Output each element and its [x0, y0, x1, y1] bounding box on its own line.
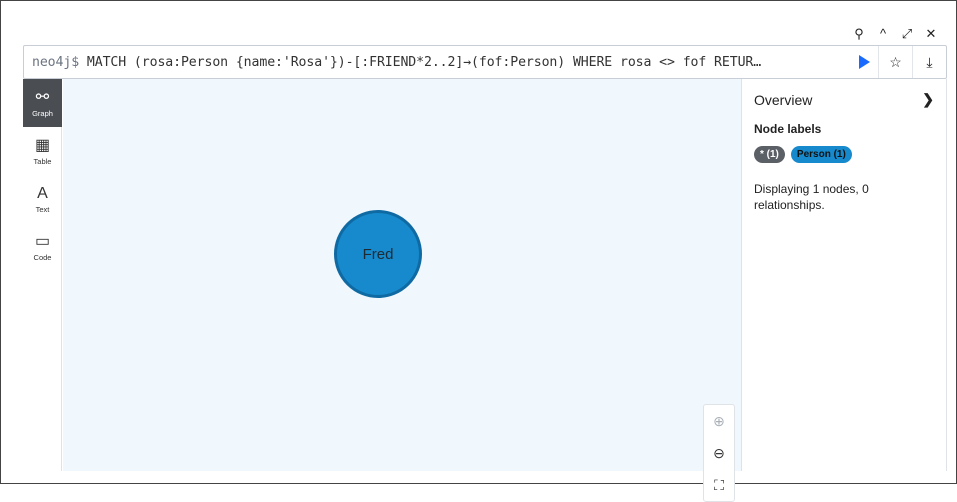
node-caption: Fred	[362, 245, 394, 263]
sidebar-item-label: Table	[33, 156, 52, 166]
panel-header: Overview ❯	[754, 91, 934, 108]
chevron-right-icon[interactable]: ❯	[922, 91, 934, 108]
label-chip-person[interactable]: Person (1)	[790, 146, 852, 163]
graph-canvas[interactable]: Fred ⊕ ⊖ ⛶	[63, 79, 741, 502]
node-labels-heading: Node labels	[754, 122, 822, 136]
label-chips: * (1) Person (1)	[754, 146, 934, 163]
collapse-icon[interactable]: ^	[871, 23, 895, 45]
run-button[interactable]	[850, 46, 878, 78]
query-bar: neo4j$ MATCH (rosa:Person {name:'Rosa'})…	[23, 45, 947, 79]
graph-icon: ⚯	[35, 88, 50, 106]
play-icon	[858, 55, 870, 69]
view-sidebar: ⚯ Graph ▦ Table A Text ▭ Code	[23, 79, 62, 471]
query-prompt: neo4j$	[32, 54, 80, 70]
sidebar-item-code[interactable]: ▭ Code	[23, 223, 62, 271]
sidebar-item-label: Text	[35, 204, 50, 214]
table-icon: ▦	[34, 136, 51, 154]
label-chip-all[interactable]: * (1)	[754, 146, 785, 163]
download-icon: ⤓	[926, 53, 933, 70]
zoom-in-icon[interactable]: ⊕	[713, 413, 725, 430]
query-text: MATCH (rosa:Person {name:'Rosa'})-[:FRIE…	[86, 54, 762, 70]
fit-to-screen-icon[interactable]: ⛶	[714, 477, 724, 494]
overview-panel: Overview ❯ Node labels * (1) Person (1) …	[741, 79, 947, 471]
code-icon: ▭	[34, 232, 51, 250]
zoom-out-icon[interactable]: ⊖	[713, 445, 725, 462]
app-frame: ⚲ ^ ⤢ ✕ neo4j$ MATCH (rosa:Person {name:…	[0, 0, 957, 502]
result-frame: ⚲ ^ ⤢ ✕ neo4j$ MATCH (rosa:Person {name:…	[23, 23, 947, 502]
sidebar-item-graph[interactable]: ⚯ Graph	[23, 79, 62, 127]
expand-icon[interactable]: ⤢	[895, 23, 919, 45]
panel-title: Overview	[754, 91, 813, 108]
sidebar-item-text[interactable]: A Text	[23, 175, 62, 223]
star-icon: ☆	[889, 53, 902, 70]
query-editor[interactable]: neo4j$ MATCH (rosa:Person {name:'Rosa'})…	[24, 55, 850, 70]
overview-summary: Displaying 1 nodes, 0 relationships.	[754, 182, 869, 212]
close-icon[interactable]: ✕	[919, 23, 943, 45]
sidebar-item-label: Graph	[32, 108, 53, 118]
text-icon: A	[37, 184, 48, 202]
favorite-button[interactable]: ☆	[878, 46, 912, 78]
pin-icon[interactable]: ⚲	[847, 23, 871, 45]
download-button[interactable]: ⤓	[912, 46, 946, 78]
zoom-controls: ⊕ ⊖ ⛶	[703, 404, 735, 502]
graph-node[interactable]: Fred	[334, 210, 422, 298]
window-controls: ⚲ ^ ⤢ ✕	[847, 23, 943, 45]
sidebar-item-table[interactable]: ▦ Table	[23, 127, 62, 175]
sidebar-item-label: Code	[33, 252, 52, 262]
